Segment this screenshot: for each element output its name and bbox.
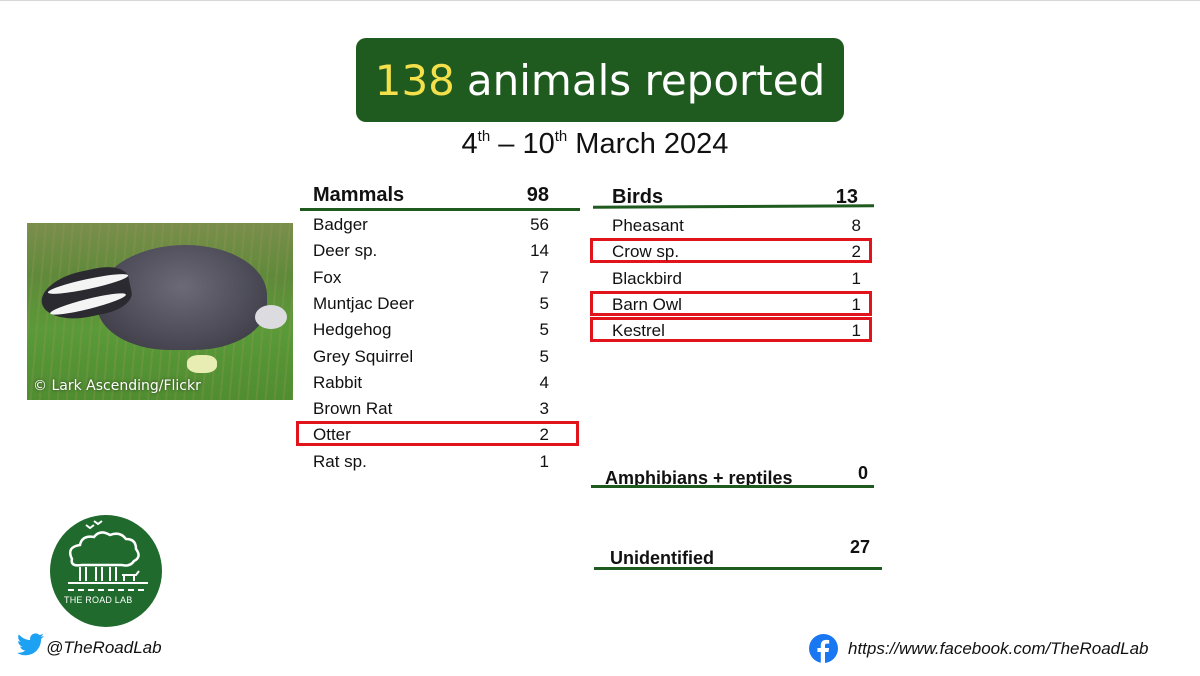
species-count: 1 [851, 268, 861, 288]
amphibians-total: 0 [857, 463, 868, 483]
badger-photo: © Lark Ascending/Flickr [27, 223, 293, 400]
date-range: 4th – 10th March 2024 [0, 128, 1200, 161]
species-name: Fox [313, 267, 342, 287]
species-count: 7 [539, 267, 549, 287]
mammals-header: Mammals [313, 184, 405, 206]
trees-road-icon [68, 520, 148, 591]
species-count: 8 [851, 216, 861, 235]
leaf [187, 355, 217, 373]
amphibians-underline [591, 485, 874, 488]
species-name: Otter [313, 425, 351, 445]
unidentified-total: 27 [849, 537, 870, 557]
end-day: 10 [522, 128, 555, 160]
species-count: 1 [851, 321, 861, 341]
species-count: 5 [539, 346, 549, 366]
species-name: Grey Squirrel [313, 346, 414, 366]
species-count: 3 [539, 399, 549, 419]
mammals-underline [300, 208, 580, 211]
species-count: 1 [539, 451, 549, 471]
species-count: 5 [539, 320, 549, 340]
species-name: Blackbird [612, 268, 682, 288]
start-day: 4 [461, 128, 478, 160]
total-count: 138 [374, 55, 455, 105]
species-name: Deer sp. [313, 241, 378, 261]
start-suffix: th [477, 128, 491, 145]
twitter-bird-icon [17, 633, 45, 662]
species-name: Badger [313, 215, 368, 234]
title-banner: 138 animals reported [356, 38, 844, 122]
end-suffix: th [554, 128, 568, 145]
species-count: 2 [851, 242, 861, 262]
mammals-total: 98 [526, 184, 549, 206]
species-name: Rabbit [313, 372, 363, 392]
photo-credit: © Lark Ascending/Flickr [33, 378, 201, 394]
species-name: Kestrel [612, 321, 665, 341]
title-text: animals reported [466, 55, 826, 105]
logo-caption: THE ROAD LAB [64, 595, 133, 605]
species-name: Hedgehog [313, 320, 392, 340]
species-name: Barn Owl [612, 294, 682, 314]
road-lab-logo: THE ROAD LAB [50, 515, 162, 627]
species-count: 2 [539, 425, 549, 445]
badger-tail [255, 305, 287, 329]
facebook-url[interactable]: https://www.facebook.com/TheRoadLab [848, 639, 1149, 659]
species-count: 1 [851, 294, 861, 314]
unidentified-underline [594, 567, 882, 570]
species-count: 5 [539, 293, 549, 313]
date-dash: – [498, 128, 515, 160]
species-name: Rat sp. [313, 451, 367, 471]
species-name: Muntjac Deer [313, 293, 415, 313]
species-name: Crow sp. [612, 242, 680, 262]
species-count: 14 [530, 241, 549, 261]
species-count: 56 [530, 215, 549, 234]
species-name: Brown Rat [313, 399, 393, 419]
species-name: Pheasant [612, 216, 684, 235]
species-count: 4 [539, 372, 549, 392]
twitter-handle[interactable]: @TheRoadLab [46, 638, 162, 658]
facebook-icon [809, 634, 838, 663]
month-year: March 2024 [575, 128, 729, 160]
top-border [0, 0, 1200, 1]
unidentified-label: Unidentified [610, 548, 714, 568]
